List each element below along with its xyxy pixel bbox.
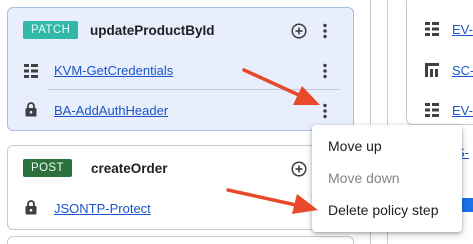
annotation-arrow-to-kebab <box>242 68 320 105</box>
annotation-arrows <box>226 68 320 214</box>
annotation-arrow-to-delete <box>226 188 318 214</box>
